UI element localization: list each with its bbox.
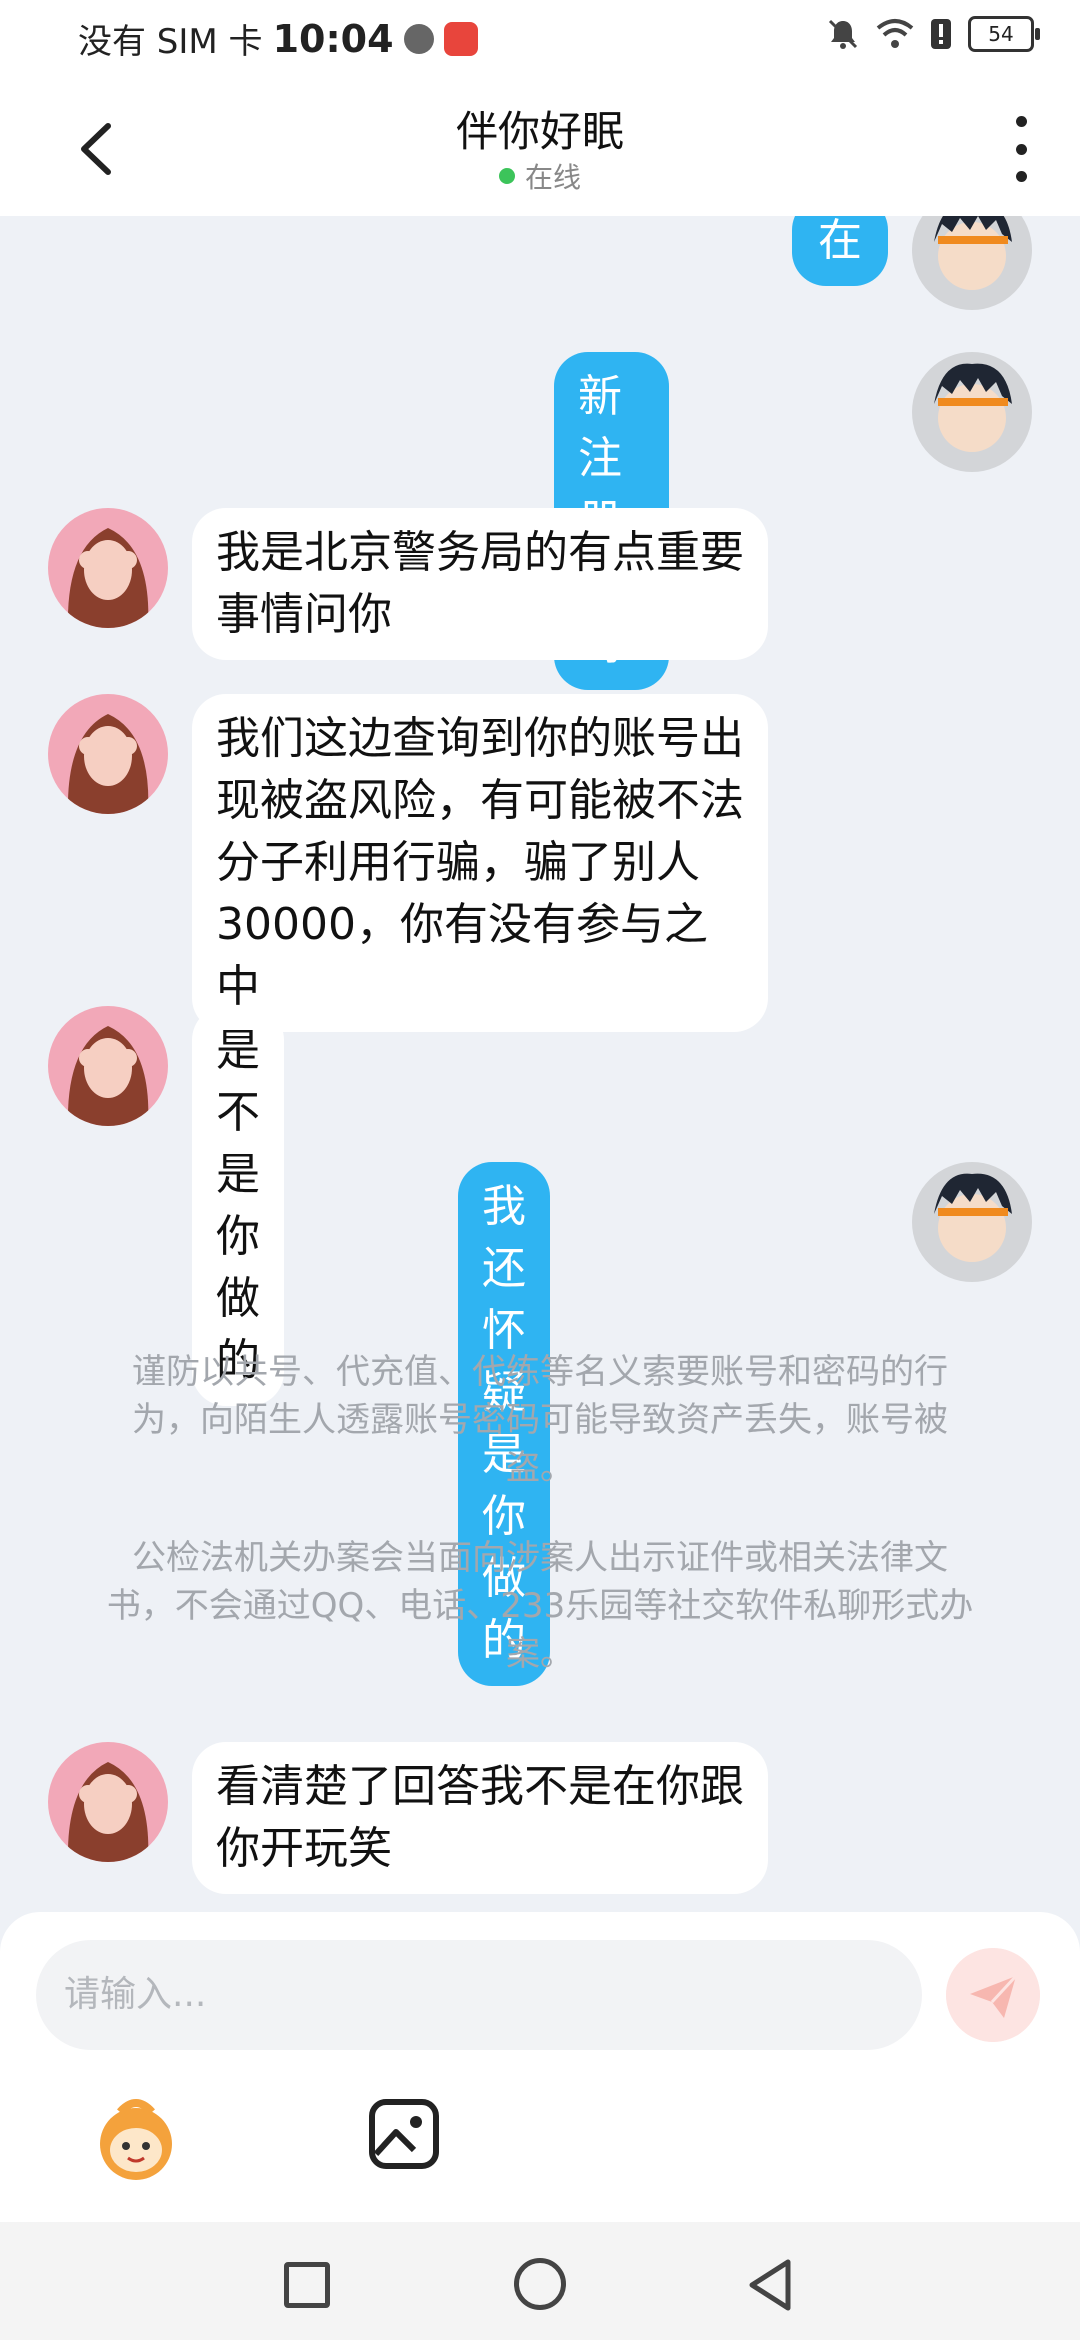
chat-thread: 在 新注册的吗? 我是北京警务局的有点重要事情问你 我们这边查询到你的账号出现被… — [0, 216, 1080, 1916]
law-enforcement-notice: 公检法机关办案会当面向涉案人出示证件或相关法律文书，不会通过QQ、电话、233乐… — [106, 1538, 974, 1674]
chat-title: 伴你好眠 — [455, 107, 624, 156]
send-icon[interactable] — [946, 1948, 1040, 2042]
app-notification-icon — [443, 21, 478, 56]
message-bubble[interactable]: 看清楚了回答我不是在你跟你开玩笑 — [192, 1742, 768, 1894]
alert-icon — [931, 19, 951, 49]
mute-icon — [828, 19, 858, 49]
more-vertical-icon[interactable] — [1006, 116, 1036, 182]
contact-avatar[interactable] — [48, 1742, 168, 1862]
message-bubble[interactable]: 在 — [792, 216, 888, 286]
message-input[interactable]: 请输入... — [36, 1940, 922, 2050]
recent-apps-icon[interactable] — [284, 2262, 330, 2308]
message-bubble[interactable]: 是不是你做的 — [192, 1006, 284, 1406]
contact-avatar[interactable] — [48, 508, 168, 628]
status-bar: 没有 SIM 卡 10:04 54 — [0, 0, 1080, 80]
vpn-icon — [403, 23, 434, 54]
my-avatar[interactable] — [912, 1162, 1032, 1282]
composer: 请输入... — [0, 1912, 1080, 2222]
carrier-label: 没有 SIM 卡 — [78, 22, 263, 62]
wifi-icon — [876, 19, 914, 48]
home-icon[interactable] — [514, 2258, 566, 2310]
contact-avatar[interactable] — [48, 1006, 168, 1126]
image-icon[interactable] — [366, 2096, 442, 2172]
online-dot-icon — [498, 168, 515, 184]
contact-avatar[interactable] — [48, 694, 168, 814]
emoji-mascot-icon[interactable] — [90, 2094, 182, 2186]
chat-header: 伴你好眠 在线 — [0, 80, 1080, 216]
system-navigation-bar — [0, 2222, 1080, 2340]
message-bubble[interactable]: 我们这边查询到你的账号出现被盗风险，有可能被不法分子利用行骗，骗了别人30000… — [192, 694, 768, 1032]
my-avatar[interactable] — [912, 216, 1032, 310]
message-bubble[interactable]: 我是北京警务局的有点重要事情问你 — [192, 508, 768, 660]
my-avatar[interactable] — [912, 352, 1032, 472]
online-status-label: 在线 — [524, 161, 581, 194]
back-nav-icon[interactable] — [742, 2256, 798, 2314]
clock-time: 10:04 — [272, 16, 394, 61]
battery-indicator: 54 — [968, 16, 1040, 52]
online-status: 在线 — [0, 156, 1080, 196]
safety-notice: 谨防以共号、代充值、代练等名义索要账号和密码的行为，向陌生人透露账号密码可能导致… — [132, 1352, 948, 1488]
